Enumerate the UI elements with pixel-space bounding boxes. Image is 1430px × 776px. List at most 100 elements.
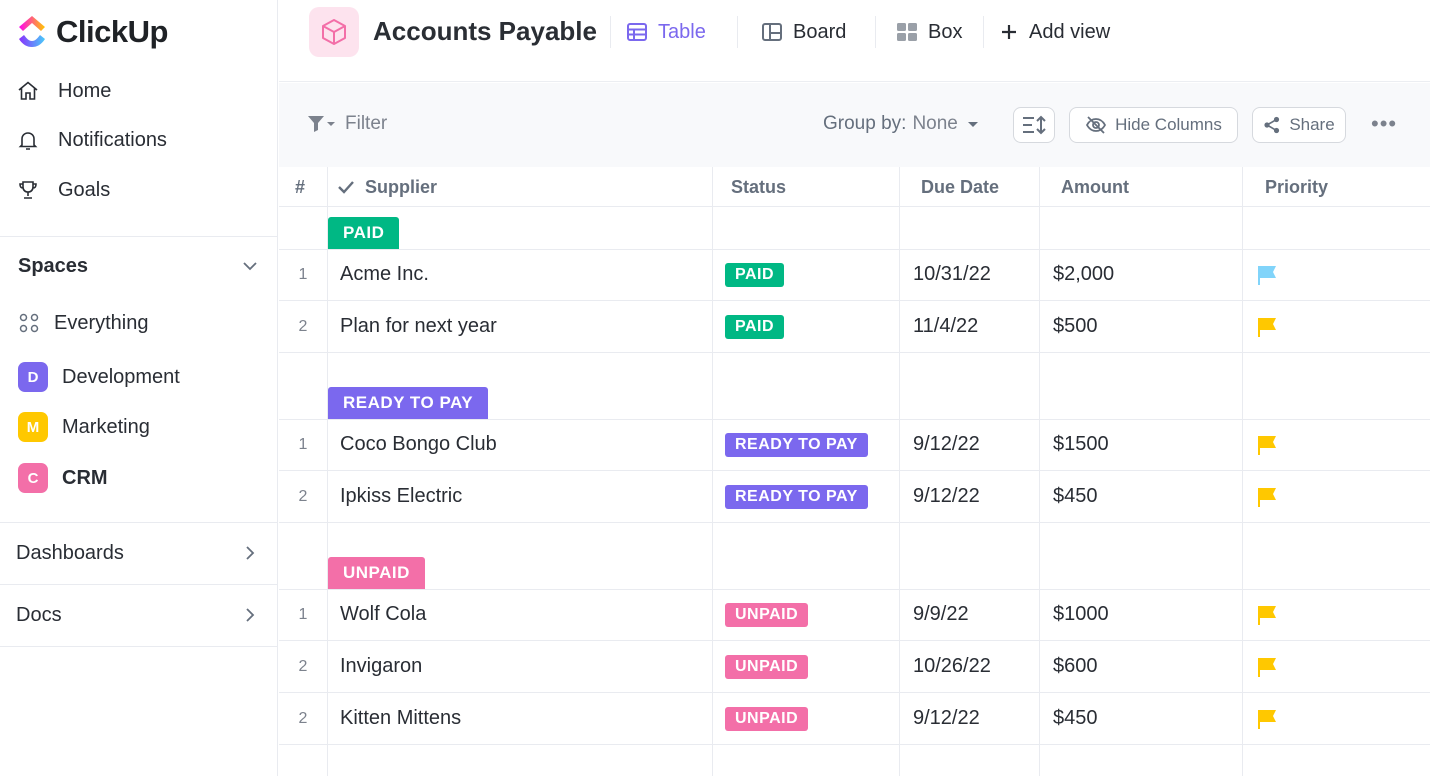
due-date-cell[interactable]: 9/12/22 (913, 471, 980, 522)
supplier-cell[interactable]: Invigaron (340, 641, 422, 692)
hide-columns-button[interactable]: Hide Columns (1069, 107, 1238, 143)
status-badge: READY TO PAY (725, 484, 868, 509)
sidebar-divider (0, 584, 278, 585)
row-number: 1 (298, 435, 308, 453)
status-cell[interactable]: READY TO PAY (725, 419, 868, 470)
filter-button[interactable]: Filter (307, 113, 387, 135)
add-view-button[interactable]: Add view (999, 18, 1110, 46)
supplier-cell[interactable]: Coco Bongo Club (340, 419, 497, 470)
group-label-ready-to-pay[interactable]: READY TO PAY (328, 387, 489, 419)
row-divider (279, 352, 1430, 353)
header-divider (875, 16, 876, 48)
chevron-right-icon (246, 546, 255, 560)
amount-cell[interactable]: $450 (1053, 693, 1098, 744)
filter-label: Filter (345, 113, 388, 134)
column-header-supplier[interactable]: Supplier (337, 167, 437, 207)
more-options-button[interactable]: ••• (1371, 111, 1397, 137)
status-badge: UNPAID (725, 706, 809, 731)
sidebar-section-docs[interactable]: Docs (16, 599, 260, 631)
amount-cell[interactable]: $450 (1053, 471, 1098, 522)
cube-icon (322, 19, 346, 45)
table-row[interactable]: 1 Wolf Cola UNPAID 9/9/22 $1000 (279, 589, 1430, 640)
status-cell[interactable]: PAID (725, 249, 785, 300)
group-by-dropdown[interactable]: Group by: None (823, 113, 982, 135)
column-header-label: Supplier (365, 176, 438, 197)
column-header-number[interactable]: # (295, 167, 305, 207)
priority-cell[interactable] (1256, 641, 1278, 692)
share-icon (1264, 116, 1280, 134)
priority-cell[interactable] (1256, 301, 1278, 352)
supplier-cell[interactable]: Plan for next year (340, 301, 497, 352)
group-label-unpaid[interactable]: UNPAID (328, 557, 425, 589)
row-number: 2 (298, 487, 308, 505)
supplier-cell[interactable]: Wolf Cola (340, 589, 426, 640)
column-header-priority[interactable]: Priority (1265, 167, 1328, 207)
space-item-label: Everything (54, 311, 149, 334)
space-item-development[interactable]: D Development (18, 361, 180, 393)
due-date-cell[interactable]: 9/12/22 (913, 419, 980, 470)
share-button[interactable]: Share (1252, 107, 1346, 143)
priority-cell[interactable] (1256, 471, 1278, 522)
amount-cell[interactable]: $2,000 (1053, 249, 1114, 300)
status-cell[interactable]: READY TO PAY (725, 471, 868, 522)
status-cell[interactable]: UNPAID (725, 641, 809, 692)
table-row[interactable]: 2 Kitten Mittens UNPAID 9/12/22 $450 (279, 693, 1430, 744)
table-icon (627, 23, 647, 41)
column-header-status[interactable]: Status (731, 167, 786, 207)
row-divider (279, 522, 1430, 523)
clickup-logo[interactable]: ClickUp (16, 12, 168, 52)
column-header-amount[interactable]: Amount (1061, 167, 1129, 207)
chevron-down-icon[interactable] (240, 256, 260, 276)
due-date-cell[interactable]: 10/26/22 (913, 641, 991, 692)
supplier-cell[interactable]: Kitten Mittens (340, 693, 461, 744)
priority-cell[interactable] (1256, 589, 1278, 640)
sort-button[interactable] (1013, 107, 1055, 143)
table-row[interactable]: 2 Plan for next year PAID 11/4/22 $500 (279, 301, 1430, 352)
tab-box[interactable]: Box (896, 18, 962, 46)
priority-cell[interactable] (1256, 249, 1278, 300)
flag-icon (1258, 265, 1276, 285)
sidebar-section-dashboards[interactable]: Dashboards (16, 537, 260, 569)
flag-icon (1258, 657, 1276, 677)
sidebar: ClickUp Home Notifications Goals Spaces … (0, 0, 278, 776)
amount-cell[interactable]: $1500 (1053, 419, 1109, 470)
nav-notifications[interactable]: Notifications (16, 124, 167, 156)
group-by-label: Group by: (823, 113, 907, 134)
due-date-cell[interactable]: 9/9/22 (913, 589, 969, 640)
due-date-cell[interactable]: 9/12/22 (913, 693, 980, 744)
plus-icon (1002, 25, 1016, 39)
share-label: Share (1289, 115, 1335, 134)
tab-table[interactable]: Table (626, 18, 706, 46)
space-item-label: CRM (62, 466, 108, 489)
header-divider (983, 16, 984, 48)
header-underline (279, 206, 1430, 207)
space-item-label: Development (62, 365, 180, 388)
space-item-everything[interactable]: Everything (18, 307, 149, 339)
due-date-cell[interactable]: 11/4/22 (913, 301, 978, 352)
nav-home[interactable]: Home (16, 75, 111, 107)
table-row[interactable]: 1 Coco Bongo Club READY TO PAY 9/12/22 $… (279, 419, 1430, 470)
nav-home-label: Home (58, 79, 112, 102)
group-label-paid[interactable]: PAID (328, 217, 400, 249)
nav-goals[interactable]: Goals (16, 174, 110, 206)
status-cell[interactable]: PAID (725, 301, 785, 352)
space-item-crm[interactable]: C CRM (18, 462, 108, 494)
space-item-marketing[interactable]: M Marketing (18, 411, 150, 443)
table-row[interactable]: 1 Acme Inc. PAID 10/31/22 $2,000 (279, 249, 1430, 300)
tab-board[interactable]: Board (761, 18, 846, 46)
due-date-cell[interactable]: 10/31/22 (913, 249, 991, 300)
flag-icon (1258, 487, 1276, 507)
priority-cell[interactable] (1256, 419, 1278, 470)
table-row[interactable]: 2 Invigaron UNPAID 10/26/22 $600 (279, 641, 1430, 692)
spaces-header[interactable]: Spaces (18, 252, 260, 280)
table-row[interactable]: 2 Ipkiss Electric READY TO PAY 9/12/22 $… (279, 471, 1430, 522)
supplier-cell[interactable]: Ipkiss Electric (340, 471, 462, 522)
priority-cell[interactable] (1256, 693, 1278, 744)
amount-cell[interactable]: $1000 (1053, 589, 1109, 640)
supplier-cell[interactable]: Acme Inc. (340, 249, 429, 300)
status-cell[interactable]: UNPAID (725, 589, 809, 640)
status-cell[interactable]: UNPAID (725, 693, 809, 744)
amount-cell[interactable]: $500 (1053, 301, 1098, 352)
column-header-due-date[interactable]: Due Date (921, 167, 999, 207)
amount-cell[interactable]: $600 (1053, 641, 1098, 692)
